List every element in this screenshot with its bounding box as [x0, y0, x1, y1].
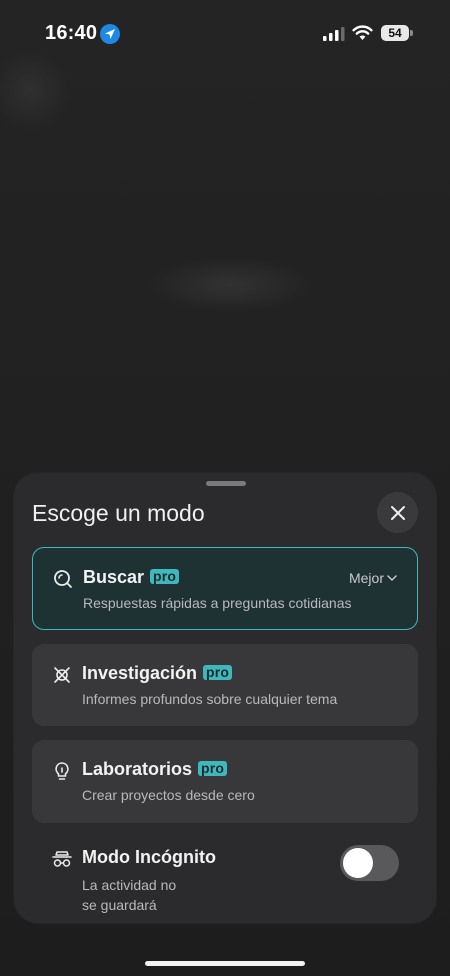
status-time: 16:40 [45, 22, 98, 44]
mode-card-buscar[interactable]: Buscar pro Mejor Respuestas rápidas a pre… [32, 547, 418, 630]
mode-description: Respuestas rápidas a preguntas cotidiana… [83, 595, 352, 611]
sheet-title: Escoge un modo [32, 500, 205, 526]
wifi-icon [352, 25, 373, 46]
model-selector[interactable]: Mejor [349, 570, 397, 586]
mode-title: Laboratorios pro [82, 759, 228, 780]
sheet-drag-handle[interactable] [206, 481, 246, 486]
search-icon [53, 569, 73, 589]
mode-picker-sheet: Escoge un modo Buscar pro Mejor Respuesta… [14, 473, 436, 923]
mode-title: Investigación pro [82, 663, 233, 684]
incognito-row: Modo Incógnito La actividad no se guarda… [32, 843, 418, 913]
battery-indicator: 54 [381, 25, 409, 41]
incognito-title: Modo Incógnito [82, 847, 216, 867]
mode-description: Crear proyectos desde cero [82, 787, 255, 803]
incognito-description: La actividad no se guardará [82, 877, 177, 913]
home-indicator[interactable] [145, 961, 305, 966]
incognito-icon [52, 849, 72, 869]
location-arrow-icon [100, 24, 120, 44]
research-icon [52, 665, 72, 685]
mode-description: Informes profundos sobre cualquier tema [82, 691, 338, 707]
mode-card-investigacion[interactable]: Investigación pro Informes profundos sobr… [32, 644, 418, 726]
chevron-down-icon [387, 575, 397, 582]
lightbulb-icon [52, 761, 72, 781]
pro-badge: pro [203, 665, 233, 680]
pro-badge: pro [150, 569, 180, 584]
mode-title: Buscar pro [83, 567, 180, 588]
mode-card-laboratorios[interactable]: Laboratorios pro Crear proyectos desde ce… [32, 740, 418, 823]
close-button[interactable] [377, 492, 418, 533]
status-bar: 16:40 54 [0, 0, 450, 66]
toggle-knob [343, 848, 373, 878]
battery-cap [410, 30, 413, 36]
close-icon [390, 505, 405, 520]
incognito-toggle[interactable] [340, 845, 399, 881]
cellular-signal-icon [323, 27, 345, 46]
pro-badge: pro [198, 761, 228, 776]
